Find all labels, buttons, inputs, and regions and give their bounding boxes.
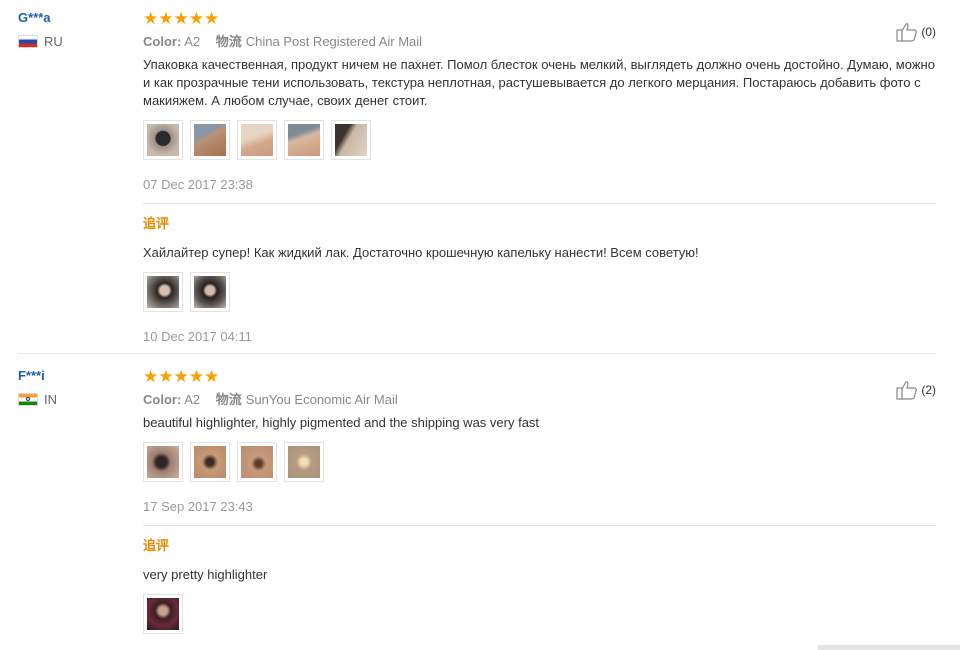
- shipping-value: SunYou Economic Air Mail: [245, 392, 398, 407]
- color-label: Color:: [143, 392, 182, 407]
- shipping-value: China Post Registered Air Mail: [245, 34, 423, 49]
- reviewer-country: IN: [18, 392, 128, 407]
- review-meta: Color: A2 物流 SunYou Economic Air Mail: [143, 392, 936, 408]
- review-meta: Color: A2 物流 China Post Registered Air Ma…: [143, 34, 936, 50]
- russia-flag-icon: [18, 35, 38, 48]
- followup-text: very pretty highlighter: [143, 567, 268, 582]
- reviewer-info: G***a RU: [18, 10, 128, 49]
- reviewer-info: F***i IN: [18, 368, 128, 407]
- review-photo[interactable]: [190, 272, 230, 312]
- followup-date: 10 Dec 2017 04:11: [143, 329, 252, 344]
- review-separator: [18, 353, 936, 354]
- country-code: RU: [44, 34, 63, 49]
- india-flag-icon: [18, 393, 38, 406]
- review-photos: [143, 120, 936, 162]
- country-code: IN: [44, 392, 57, 407]
- followup-title: 追评: [143, 216, 170, 231]
- review-photo[interactable]: [190, 120, 230, 160]
- review-photo[interactable]: [143, 594, 183, 634]
- color-value: A2: [184, 34, 201, 49]
- review-photo[interactable]: [237, 442, 277, 482]
- reviewer-name-link[interactable]: F***i: [18, 368, 128, 384]
- star-rating: ★★★★★: [143, 367, 220, 386]
- review-text: Упаковка качественная, продукт ничем не …: [143, 57, 935, 108]
- followup-text: Хайлайтер супер! Как жидкий лак. Достато…: [143, 245, 699, 260]
- review-content: ★★★★★ Color: A2 物流 SunYou Economic Air Ma…: [143, 368, 936, 636]
- color-label: Color:: [143, 34, 182, 49]
- review-date: 07 Dec 2017 23:38: [143, 177, 253, 192]
- review-photo[interactable]: [143, 120, 183, 160]
- followup-photos: [143, 594, 936, 636]
- review-photo[interactable]: [284, 442, 324, 482]
- horizontal-scrollbar[interactable]: [818, 645, 960, 650]
- followup-divider: [143, 203, 936, 204]
- followup-divider: [143, 525, 936, 526]
- review-date: 17 Sep 2017 23:43: [143, 499, 253, 514]
- color-value: A2: [184, 392, 201, 407]
- review-text: beautiful highlighter, highly pigmented …: [143, 415, 540, 430]
- shipping-label: 物流: [215, 34, 242, 49]
- review-content: ★★★★★ Color: A2 物流 China Post Registered …: [143, 10, 936, 345]
- review-photo[interactable]: [331, 120, 371, 160]
- review-photos: [143, 442, 936, 484]
- reviewer-name-link[interactable]: G***a: [18, 10, 128, 26]
- star-rating: ★★★★★: [143, 9, 220, 28]
- followup-photos: [143, 272, 936, 314]
- review-photo[interactable]: [190, 442, 230, 482]
- review-photo[interactable]: [143, 442, 183, 482]
- reviewer-country: RU: [18, 34, 128, 49]
- review-photo[interactable]: [143, 272, 183, 312]
- review-photo[interactable]: [284, 120, 324, 160]
- shipping-label: 物流: [215, 392, 242, 407]
- followup-title: 追评: [143, 538, 170, 553]
- review-photo[interactable]: [237, 120, 277, 160]
